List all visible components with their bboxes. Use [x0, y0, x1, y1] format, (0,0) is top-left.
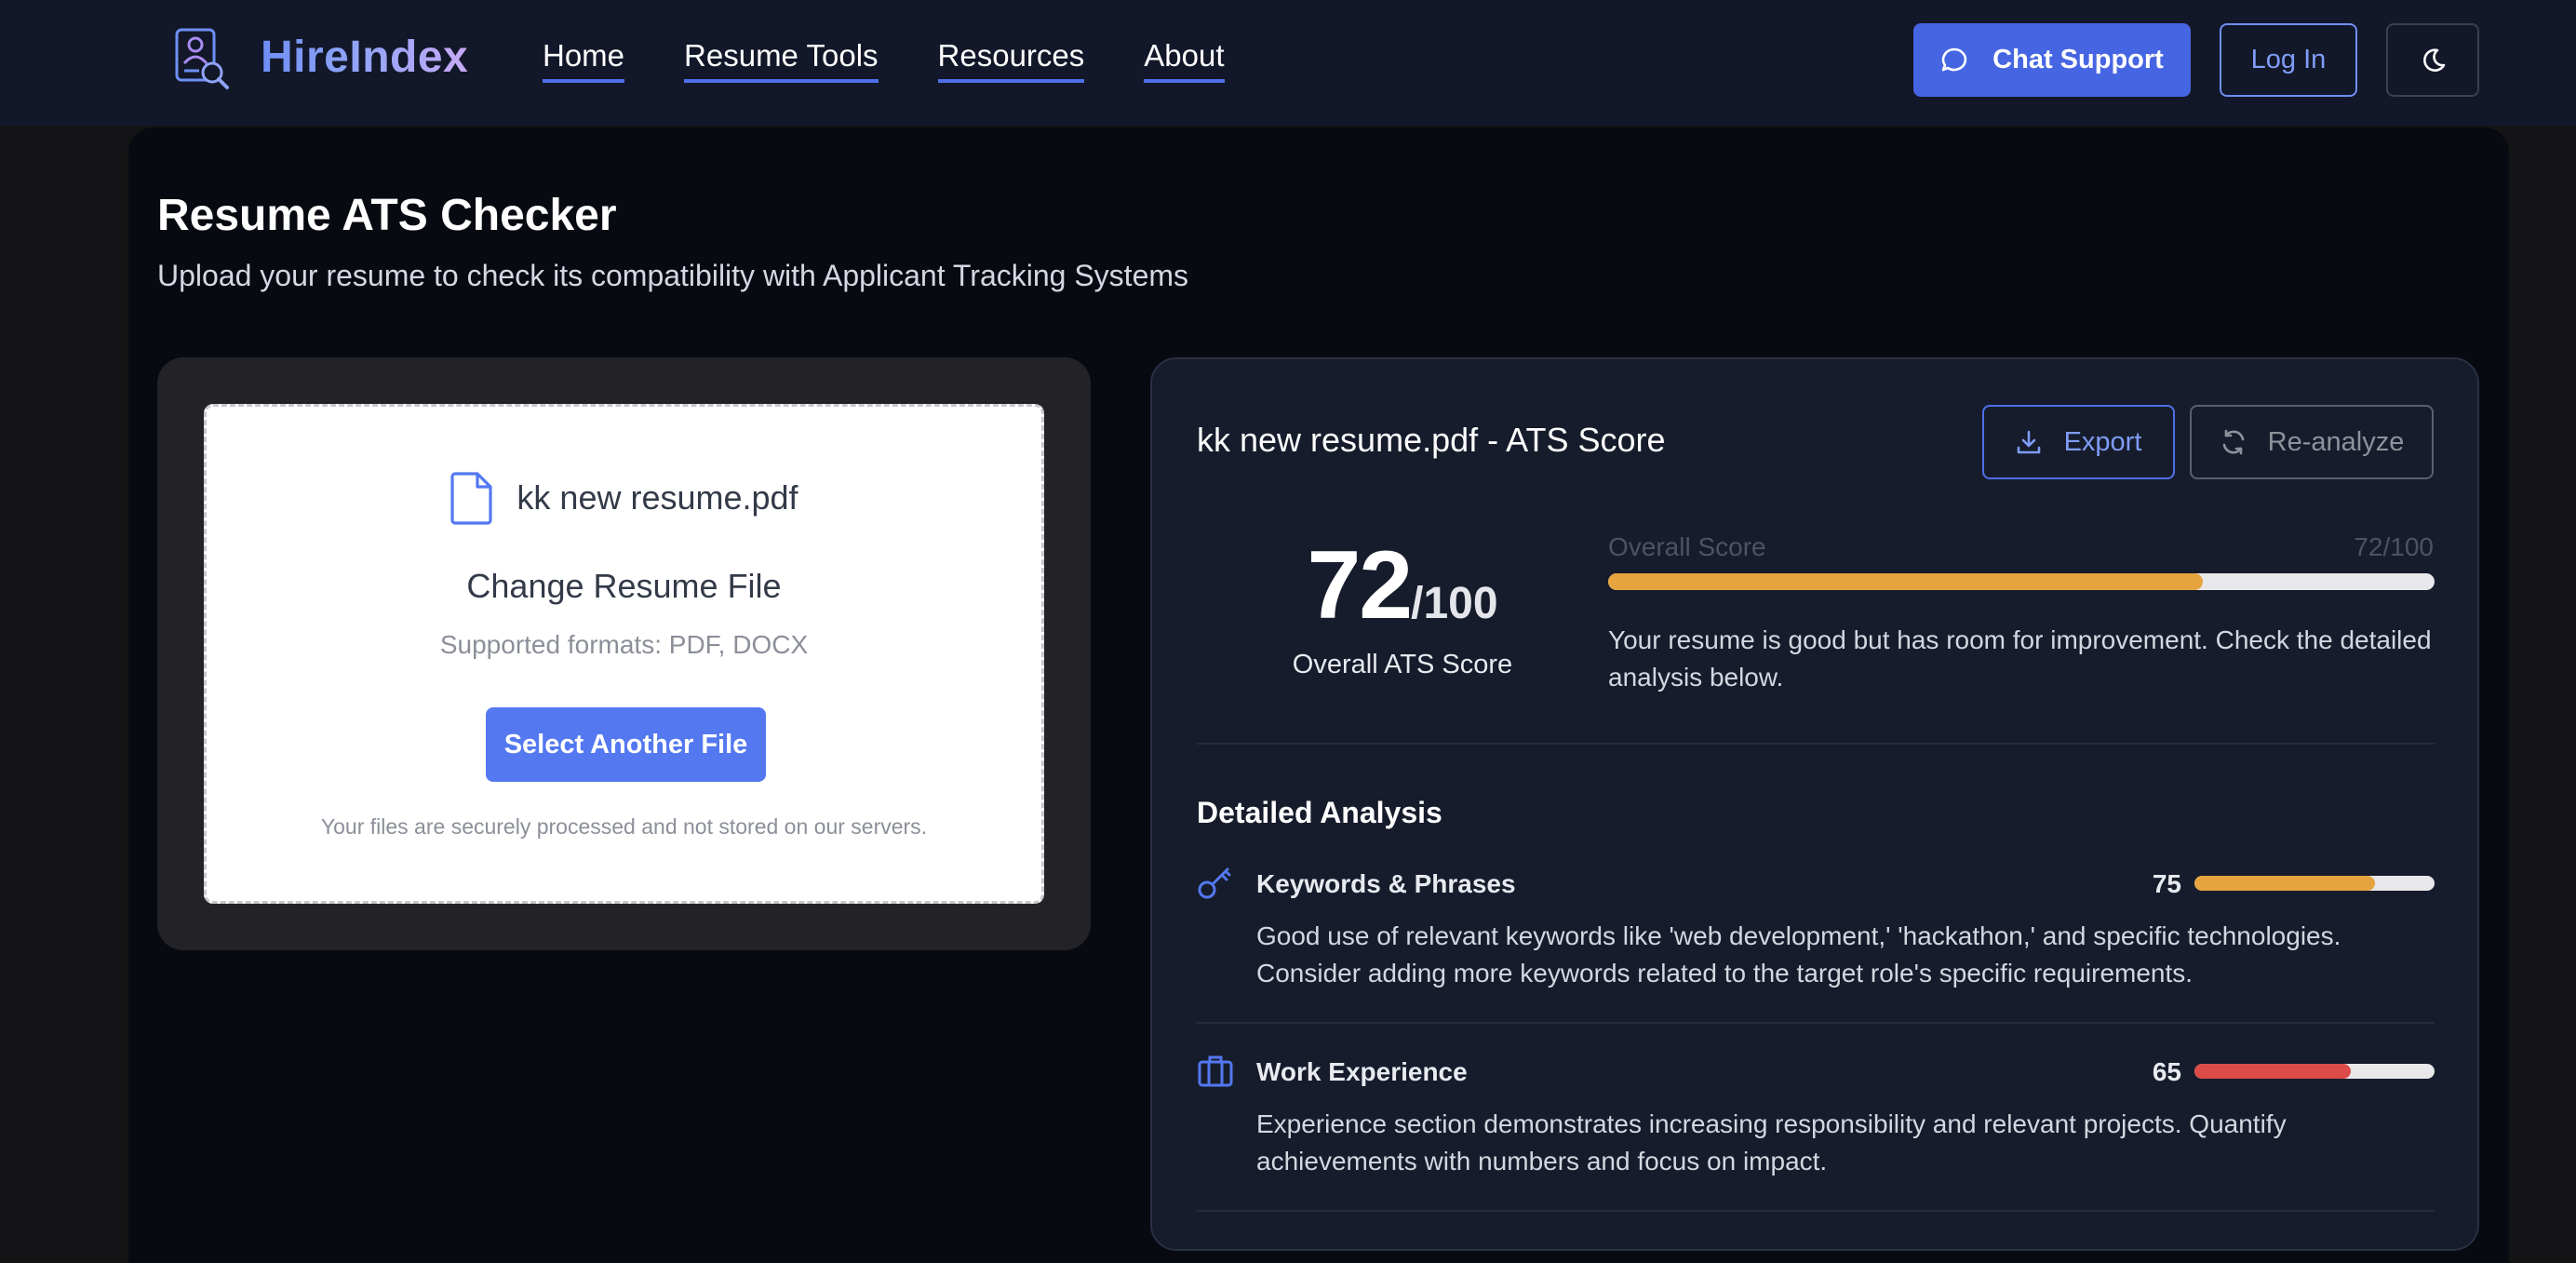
page-subtitle: Upload your resume to check its compatib…	[157, 259, 1189, 292]
overall-score-display: 72/100	[1197, 531, 1608, 641]
overall-score-bar	[1608, 573, 2435, 590]
score-max: /100	[1411, 579, 1498, 628]
brand-name[interactable]: HireIndex	[261, 32, 468, 83]
chat-bubble-icon	[1941, 47, 1967, 71]
analysis-item-bar-fill	[2194, 1064, 2351, 1079]
export-button[interactable]: Export	[1982, 405, 2175, 479]
briefcase-icon	[1198, 1055, 1233, 1087]
score-caption: Overall ATS Score	[1292, 650, 1513, 679]
overall-score-value: 72/100	[2354, 532, 2434, 561]
result-title: kk new resume.pdf - ATS Score	[1197, 421, 1666, 459]
analysis-item-score: 75	[2152, 869, 2181, 898]
analysis-item-label: Work Experience	[1256, 1057, 1468, 1086]
refresh-icon	[2222, 429, 2244, 455]
detailed-analysis-title: Detailed Analysis	[1197, 796, 1442, 829]
section-divider	[1197, 1022, 2435, 1024]
main-nav: Home Resume Tools Resources About	[543, 38, 1225, 84]
overall-score-label: Overall Score	[1608, 532, 1766, 561]
score-summary: Your resume is good but has room for imp…	[1608, 625, 2432, 692]
logo-icon[interactable]	[171, 26, 233, 91]
score-value: 72	[1307, 531, 1413, 639]
supported-formats: Supported formats: PDF, DOCX	[439, 630, 809, 659]
nav-about[interactable]: About	[1144, 38, 1225, 84]
analysis-item-description: Good use of relevant keywords like 'web …	[1256, 921, 2341, 988]
reanalyze-label: Re-analyze	[2267, 426, 2405, 457]
top-navbar: HireIndex Home Resume Tools Resources Ab…	[0, 0, 2576, 126]
nav-home[interactable]: Home	[543, 38, 625, 84]
file-icon	[450, 472, 493, 525]
upload-dropzone[interactable]: kk new resume.pdf Change Resume File Sup…	[204, 404, 1044, 904]
page-title: Resume ATS Checker	[157, 191, 617, 240]
analysis-item-bar-fill	[2194, 876, 2375, 891]
file-name: kk new resume.pdf	[517, 478, 798, 517]
section-divider	[1197, 743, 2435, 745]
analysis-item-bar	[2194, 876, 2435, 891]
section-divider	[1197, 1210, 2435, 1212]
nav-resources[interactable]: Resources	[937, 38, 1085, 84]
export-label: Export	[2063, 426, 2142, 457]
select-file-button[interactable]: Select Another File	[486, 707, 766, 782]
login-button[interactable]: Log In	[2220, 23, 2357, 97]
overall-score-bar-fill	[1608, 573, 2204, 590]
chat-support-label: Chat Support	[1992, 45, 2164, 74]
analysis-item-bar	[2194, 1064, 2435, 1079]
theme-toggle-button[interactable]	[2386, 23, 2479, 97]
key-icon	[1198, 867, 1231, 899]
analysis-item-label: Keywords & Phrases	[1256, 869, 1516, 898]
analysis-item-score: 65	[2152, 1057, 2181, 1086]
reanalyze-button[interactable]: Re-analyze	[2190, 405, 2434, 479]
nav-resume-tools[interactable]: Resume Tools	[684, 38, 879, 84]
moon-icon	[2423, 47, 2446, 72]
download-icon	[2017, 430, 2040, 454]
change-file-title: Change Resume File	[466, 567, 782, 605]
uploaded-file: kk new resume.pdf	[207, 470, 1041, 526]
security-note: Your files are securely processed and no…	[320, 814, 928, 839]
analysis-item-description: Experience section demonstrates increasi…	[1256, 1109, 2287, 1176]
chat-support-button[interactable]: Chat Support	[1913, 23, 2191, 97]
